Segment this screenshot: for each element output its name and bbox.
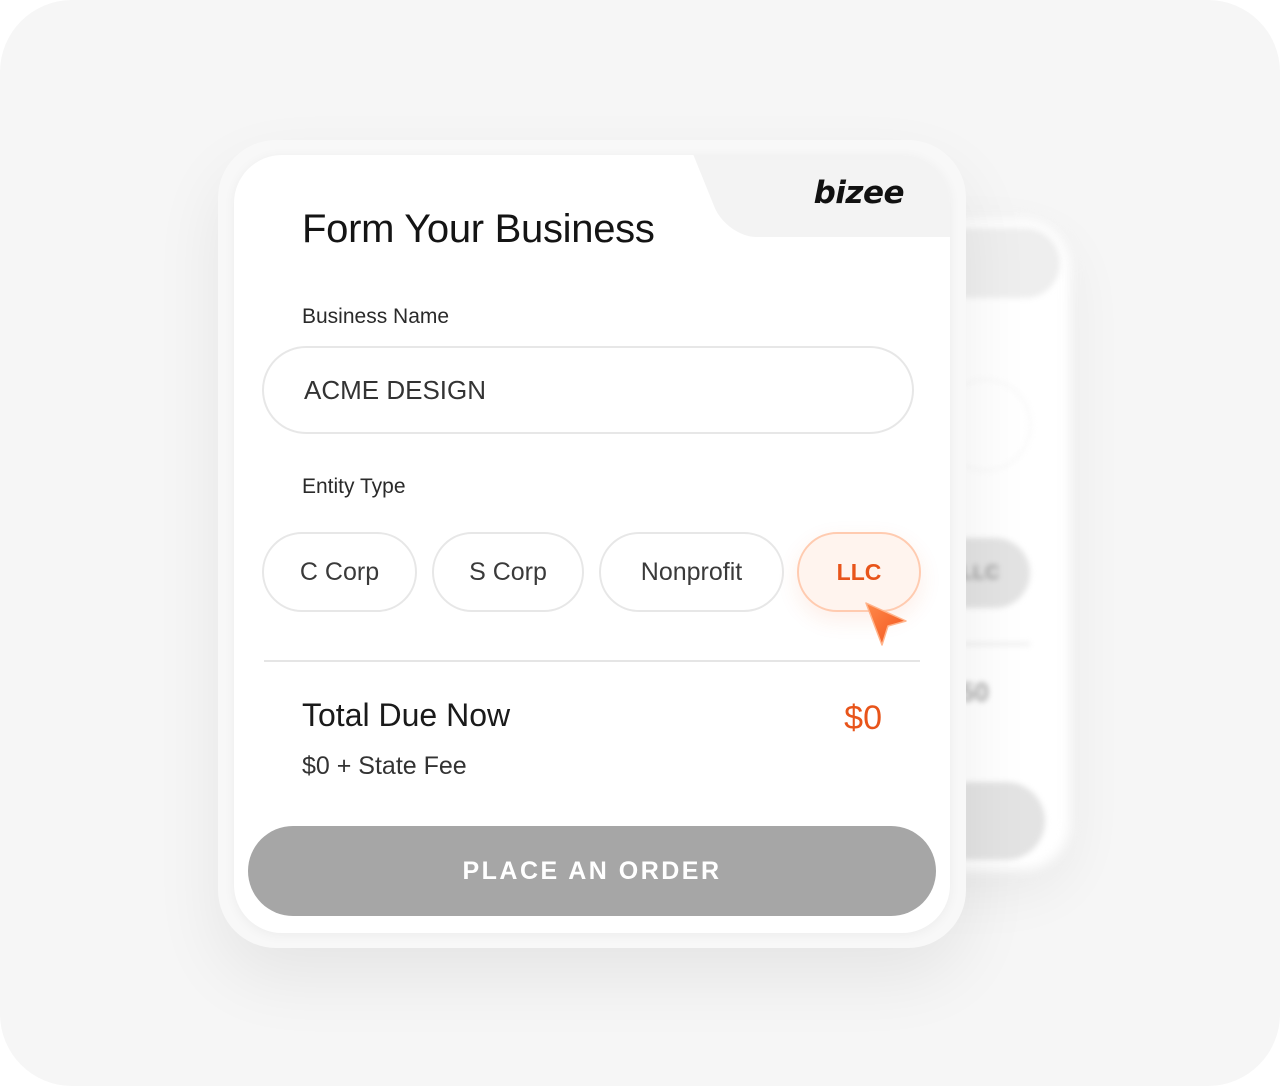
total-due-value: $0: [844, 699, 882, 737]
form-card: bizee Form Your Business Business Name A…: [234, 155, 950, 933]
cursor-pointer-icon: [865, 602, 907, 646]
page-background: LLC 50 bizee Form Your Business Business…: [0, 0, 1280, 1086]
entity-option-s-corp[interactable]: S Corp: [432, 532, 584, 612]
business-name-label: Business Name: [302, 305, 450, 328]
summary-divider: [264, 660, 920, 662]
state-fee-text: $0 + State Fee: [302, 752, 467, 780]
entity-option-label: S Corp: [469, 557, 547, 586]
total-due-label: Total Due Now: [302, 697, 511, 733]
entity-option-label: Nonprofit: [640, 557, 743, 586]
background-card-price: 50: [960, 676, 989, 707]
place-order-button[interactable]: PLACE AN ORDER: [248, 826, 936, 916]
entity-option-label: C Corp: [299, 557, 380, 586]
entity-option-label: LLC: [836, 558, 882, 585]
brand-logo: bizee: [813, 175, 905, 211]
entity-option-nonprofit[interactable]: Nonprofit: [599, 532, 784, 612]
page-title: Form Your Business: [302, 207, 655, 251]
business-name-value: ACME DESIGN: [304, 374, 487, 405]
business-name-input[interactable]: ACME DESIGN: [262, 346, 914, 434]
background-card-divider: [960, 643, 1030, 645]
entity-type-label: Entity Type: [302, 475, 406, 498]
entity-option-c-corp[interactable]: C Corp: [262, 532, 417, 612]
